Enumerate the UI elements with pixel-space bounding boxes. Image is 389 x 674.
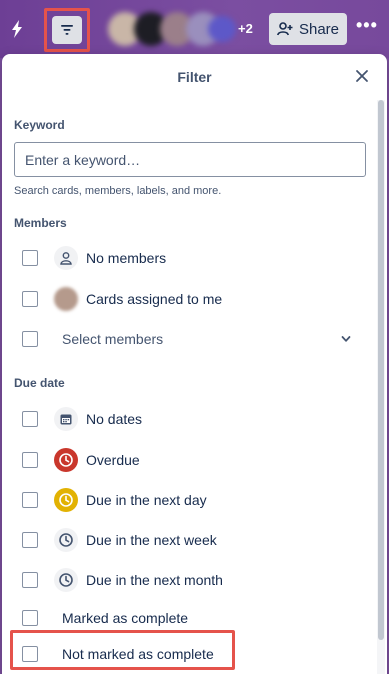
filter-option-due-next-week[interactable]: Due in the next week [2, 523, 372, 557]
popover-title: Filter [177, 69, 212, 85]
filter-button[interactable] [52, 16, 82, 44]
checkbox[interactable] [22, 411, 38, 427]
filter-option-overdue[interactable]: Overdue [2, 443, 372, 477]
chevron-down-icon[interactable] [340, 333, 352, 345]
filter-option-no-members[interactable]: No members [2, 241, 372, 275]
option-label: Due in the next month [86, 572, 223, 588]
person-icon [54, 246, 78, 270]
due-date-section-label: Due date [14, 376, 65, 390]
option-label: Due in the next week [86, 532, 217, 548]
checkbox[interactable] [22, 250, 38, 266]
add-person-icon [276, 22, 293, 36]
clock-icon [54, 568, 78, 592]
clock-icon [54, 488, 78, 512]
checkbox[interactable] [22, 492, 38, 508]
lightning-icon[interactable] [10, 20, 24, 38]
option-label: Cards assigned to me [86, 291, 223, 307]
checkbox[interactable] [22, 646, 38, 662]
board-header: +2 Share ••• [0, 0, 389, 58]
keyword-section-label: Keyword [14, 118, 65, 132]
clock-icon [54, 528, 78, 552]
scrollbar[interactable] [377, 100, 385, 674]
option-label: Due in the next day [86, 492, 207, 508]
filter-option-select-members[interactable]: Select members [2, 322, 372, 356]
scrollbar-thumb[interactable] [378, 100, 384, 640]
option-label: No members [86, 250, 167, 266]
more-members-count[interactable]: +2 [238, 21, 253, 36]
checkbox[interactable] [22, 532, 38, 548]
keyword-helper-text: Search cards, members, labels, and more. [14, 185, 222, 197]
members-section-label: Members [14, 216, 67, 230]
filter-option-due-next-month[interactable]: Due in the next month [2, 563, 372, 597]
user-avatar [54, 287, 78, 311]
checkbox[interactable] [22, 331, 38, 347]
option-label: Marked as complete [62, 610, 189, 626]
option-label: No dates [86, 411, 143, 427]
filter-popover: Filter Keyword Search cards, members, la… [2, 54, 387, 674]
filter-icon [61, 25, 73, 35]
share-label: Share [298, 20, 340, 38]
clock-icon [54, 448, 78, 472]
checkbox[interactable] [22, 610, 38, 626]
checkbox[interactable] [22, 452, 38, 468]
filter-option-not-marked-complete[interactable]: Not marked as complete [2, 637, 372, 671]
checkbox[interactable] [22, 572, 38, 588]
checkbox[interactable] [22, 291, 38, 307]
filter-button-highlight [44, 8, 90, 52]
avatar[interactable] [208, 16, 236, 42]
filter-option-no-dates[interactable]: No dates [2, 402, 372, 436]
keyword-input[interactable] [14, 142, 366, 177]
option-label: Overdue [86, 452, 140, 468]
ellipsis-icon[interactable]: ••• [356, 16, 377, 38]
select-members-dropdown[interactable]: Select members [62, 331, 163, 347]
close-icon[interactable] [354, 68, 370, 84]
board-members-avatars[interactable] [108, 12, 238, 46]
share-button[interactable]: Share [269, 13, 347, 45]
option-label: Not marked as complete [62, 646, 214, 662]
filter-option-assigned-to-me[interactable]: Cards assigned to me [2, 282, 372, 316]
filter-option-due-next-day[interactable]: Due in the next day [2, 483, 372, 517]
calendar-icon [54, 407, 78, 431]
